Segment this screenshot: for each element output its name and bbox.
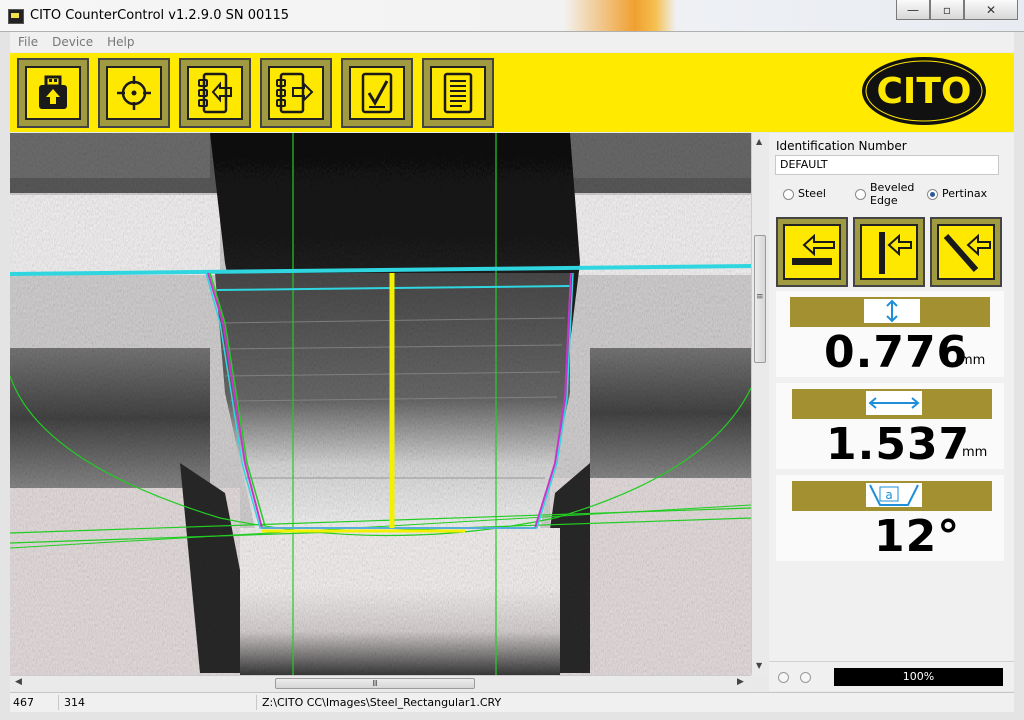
report-document-icon xyxy=(443,72,473,114)
menu-help[interactable]: Help xyxy=(107,35,134,49)
angle-symbol: a xyxy=(885,488,892,502)
status-x-coordinate: 467 xyxy=(13,696,34,709)
measurement-panel: Identification Number DEFAULT Steel Beve… xyxy=(769,133,1014,691)
window-controls: — ▫ ✕ xyxy=(896,0,1018,22)
minimize-button[interactable]: — xyxy=(896,0,930,20)
menu-bar: File Device Help xyxy=(10,32,1014,52)
vertical-arrow-icon-box xyxy=(864,299,920,323)
scroll-grip-icon: ≡ xyxy=(756,292,764,302)
radio-beveled-edge-label: Beveled Edge xyxy=(870,181,915,207)
horizontal-arrow-icon xyxy=(868,397,920,409)
radio-steel-dot[interactable] xyxy=(783,189,794,200)
window-frame-left xyxy=(0,32,10,720)
vertical-measure-button[interactable] xyxy=(853,217,925,287)
app-icon xyxy=(8,9,24,24)
usb-upload-icon xyxy=(39,75,67,109)
usb-upload-button[interactable] xyxy=(17,58,89,128)
image-viewport[interactable] xyxy=(10,133,751,675)
horizontal-arrow-icon-box xyxy=(866,391,922,415)
import-list-icon xyxy=(198,72,232,114)
scroll-grip-icon: Ⅲ xyxy=(372,679,378,688)
radio-pertinax[interactable]: Pertinax xyxy=(927,187,987,200)
menu-file[interactable]: File xyxy=(18,35,38,49)
vertical-scrollbar[interactable]: ▲ ≡ ▼ xyxy=(751,133,768,675)
angle-alpha-icon-box: a xyxy=(866,483,922,507)
panel-status-row: 100% xyxy=(769,661,1014,692)
logo-text: CITO xyxy=(877,71,972,112)
radio-steel[interactable]: Steel xyxy=(783,187,826,200)
id-input[interactable]: DEFAULT xyxy=(775,155,999,175)
status-y-coordinate: 314 xyxy=(64,696,85,709)
horizontal-measure-button[interactable] xyxy=(776,217,848,287)
menu-device[interactable]: Device xyxy=(52,35,93,49)
vertical-arrow-icon xyxy=(886,299,898,323)
title-bar: CITO CounterControl v1.2.9.0 SN 00115 — … xyxy=(0,0,1024,32)
measurement-width-bar xyxy=(792,389,992,419)
radio-beveled-edge[interactable]: Beveled Edge xyxy=(855,181,914,207)
crosshair-button[interactable] xyxy=(98,58,170,128)
status-file-path: Z:\CITO CC\Images\Steel_Rectangular1.CRY xyxy=(262,696,502,709)
window-frame-bottom xyxy=(0,712,1024,720)
id-label: Identification Number xyxy=(776,139,907,153)
diagonal-measure-button[interactable] xyxy=(930,217,1002,287)
radio-pertinax-label: Pertinax xyxy=(942,187,988,200)
measurement-width-value: 1.537 xyxy=(826,419,971,470)
measurement-angle-value: 12° xyxy=(874,511,961,562)
window-frame-right xyxy=(1014,32,1024,720)
measurement-width-unit: mm xyxy=(962,445,988,460)
radio-pertinax-dot[interactable] xyxy=(927,189,938,200)
scroll-down-icon[interactable]: ▼ xyxy=(756,661,762,670)
scroll-right-icon[interactable]: ▶ xyxy=(737,677,744,687)
scroll-left-icon[interactable]: ◀ xyxy=(15,677,22,687)
horizontal-scroll-thumb[interactable]: Ⅲ xyxy=(275,678,475,689)
measurement-depth-value: 0.776 xyxy=(824,327,969,378)
report-button[interactable] xyxy=(422,58,494,128)
minimize-icon: — xyxy=(907,2,919,17)
toolbar: CITO xyxy=(10,53,1014,132)
measurement-depth-bar xyxy=(790,297,990,327)
measurement-depth: 0.776 mm xyxy=(776,291,1004,378)
close-button[interactable]: ✕ xyxy=(964,0,1018,20)
checklist-button[interactable] xyxy=(341,58,413,128)
angle-alpha-icon: a xyxy=(869,484,919,506)
measurement-angle: a 12° xyxy=(776,475,1004,562)
crosshair-target-icon xyxy=(117,76,151,110)
status-separator xyxy=(256,695,257,710)
measurement-depth-unit: mm xyxy=(960,353,986,368)
import-button[interactable] xyxy=(179,58,251,128)
window-title: CITO CounterControl v1.2.9.0 SN 00115 xyxy=(30,8,290,23)
export-list-icon xyxy=(276,72,314,114)
status-led-1 xyxy=(778,672,789,683)
status-bar: 467 314 Z:\CITO CC\Images\Steel_Rectangu… xyxy=(10,692,1014,712)
vertical-scroll-thumb[interactable]: ≡ xyxy=(754,235,766,363)
horizontal-measure-icon xyxy=(792,233,835,265)
cito-logo: CITO xyxy=(862,57,986,125)
export-button[interactable] xyxy=(260,58,332,128)
status-led-2 xyxy=(800,672,811,683)
vertical-measure-icon xyxy=(879,232,912,274)
radio-beveled-edge-dot[interactable] xyxy=(855,189,866,200)
radio-steel-label: Steel xyxy=(798,187,826,200)
scroll-up-icon[interactable]: ▲ xyxy=(756,137,762,146)
measurement-width: 1.537 mm xyxy=(776,383,1004,470)
measurement-angle-bar: a xyxy=(792,481,992,511)
status-separator xyxy=(58,695,59,710)
cross-section-image[interactable] xyxy=(10,133,751,675)
close-icon: ✕ xyxy=(985,2,997,17)
diagonal-measure-icon xyxy=(943,233,991,272)
maximize-icon: ▫ xyxy=(942,2,952,17)
checklist-icon xyxy=(361,72,393,114)
horizontal-scrollbar[interactable]: ◀ Ⅲ ▶ xyxy=(10,675,751,691)
progress-bar: 100% xyxy=(834,668,1003,686)
maximize-button[interactable]: ▫ xyxy=(930,0,964,20)
